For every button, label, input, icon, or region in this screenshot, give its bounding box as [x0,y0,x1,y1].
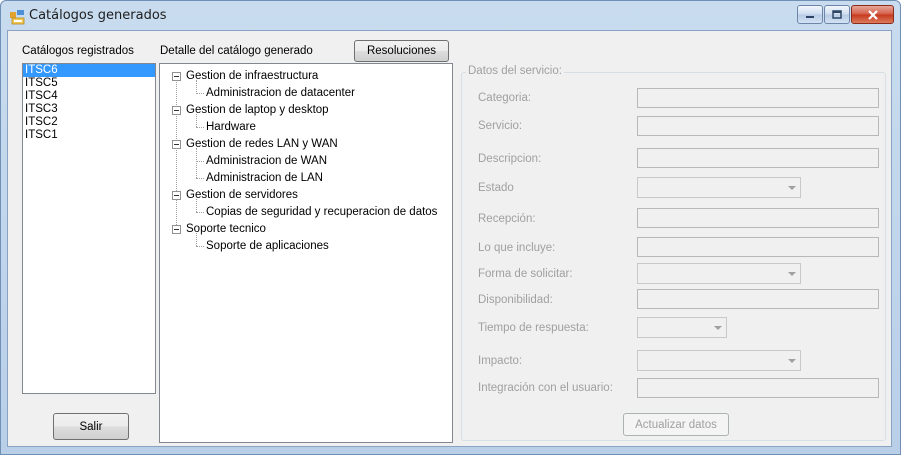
incluye-field[interactable] [637,237,879,257]
collapse-icon[interactable] [172,72,181,81]
estado-label: Estado [478,182,514,194]
collapse-icon[interactable] [172,225,181,234]
recepcion-label: Recepción: [478,213,536,225]
tree-leaf[interactable]: Hardware [206,121,256,134]
window-title: Catálogos generados [29,8,167,23]
tree-leaf[interactable]: Administracion de WAN [206,155,327,168]
tiempo-label: Tiempo de respuesta: [478,322,589,334]
collapse-icon[interactable] [172,191,181,200]
catalog-listbox[interactable]: ITSC6 ITSC5 ITSC4 ITSC3 ITSC2 ITSC1 [22,63,156,394]
tree-node[interactable]: Gestion de infraestructura [186,70,318,83]
forma-label: Forma de solicitar: [478,268,573,280]
list-item[interactable]: ITSC5 [23,77,155,90]
descripcion-label: Descripcion: [478,153,542,165]
maximize-icon [832,10,842,19]
list-item[interactable]: ITSC3 [23,103,155,116]
impacto-combo[interactable] [637,350,801,371]
service-group-title: Datos del servicio: [466,65,564,77]
tree-line [196,127,204,128]
tree-line [196,161,204,162]
tree-line [196,178,204,179]
registered-catalogs-label: Catálogos registrados [22,45,134,57]
disponibilidad-label: Disponibilidad: [478,294,553,306]
categoria-field[interactable] [637,88,879,108]
tree-line [196,212,204,213]
tree-node[interactable]: Gestion de redes LAN y WAN [186,138,338,151]
integracion-field[interactable] [637,378,879,398]
resolutions-button[interactable]: Resoluciones [354,40,449,62]
tree-leaf[interactable]: Administracion de datacenter [206,87,355,100]
categoria-label: Categoria: [478,92,532,104]
app-form-icon [10,10,25,25]
tree-node[interactable]: Gestion de servidores [186,189,298,202]
tree-leaf[interactable]: Administracion de LAN [206,172,323,185]
list-item[interactable]: ITSC2 [23,116,155,129]
chevron-down-icon [788,272,796,276]
tree-node[interactable]: Soporte tecnico [186,223,266,236]
estado-combo[interactable] [637,177,801,198]
chevron-down-icon [788,359,796,363]
close-button[interactable] [851,5,894,24]
tree-line [196,93,204,94]
maximize-button[interactable] [824,5,850,24]
impacto-label: Impacto: [478,355,523,367]
chevron-down-icon [788,186,796,190]
tree-leaf[interactable]: Copias de seguridad y recuperacion de da… [206,206,437,219]
recepcion-field[interactable] [637,208,879,228]
forma-combo[interactable] [637,263,801,284]
list-item[interactable]: ITSC1 [23,129,155,142]
collapse-icon[interactable] [172,106,181,115]
title-bar[interactable]: Catálogos generados [1,1,900,31]
minimize-button[interactable] [797,5,823,24]
servicio-field[interactable] [637,116,879,136]
catalog-detail-label: Detalle del catálogo generado [160,45,313,57]
integracion-label: Integración con el usuario: [478,382,613,394]
list-item[interactable]: ITSC4 [23,90,155,103]
collapse-icon[interactable] [172,140,181,149]
servicio-label: Servicio: [478,120,523,132]
close-icon [867,9,878,20]
disponibilidad-field[interactable] [637,289,879,309]
caption-buttons [796,5,894,25]
update-data-button[interactable]: Actualizar datos [623,413,729,436]
list-item[interactable]: ITSC6 [23,64,155,77]
catalog-tree[interactable]: Gestion de infraestructura Administracio… [159,63,453,443]
chevron-down-icon [714,326,722,330]
tiempo-combo[interactable] [637,317,727,338]
tree-node[interactable]: Gestion de laptop y desktop [186,104,329,117]
tree-leaf[interactable]: Soporte de aplicaciones [206,240,329,253]
tree-line [176,80,177,229]
incluye-label: Lo que incluye: [478,242,556,254]
tree-line [196,246,204,247]
descripcion-field[interactable] [637,148,879,168]
minimize-icon [806,15,814,18]
exit-button[interactable]: Salir [53,413,129,440]
tree-line [196,148,197,178]
